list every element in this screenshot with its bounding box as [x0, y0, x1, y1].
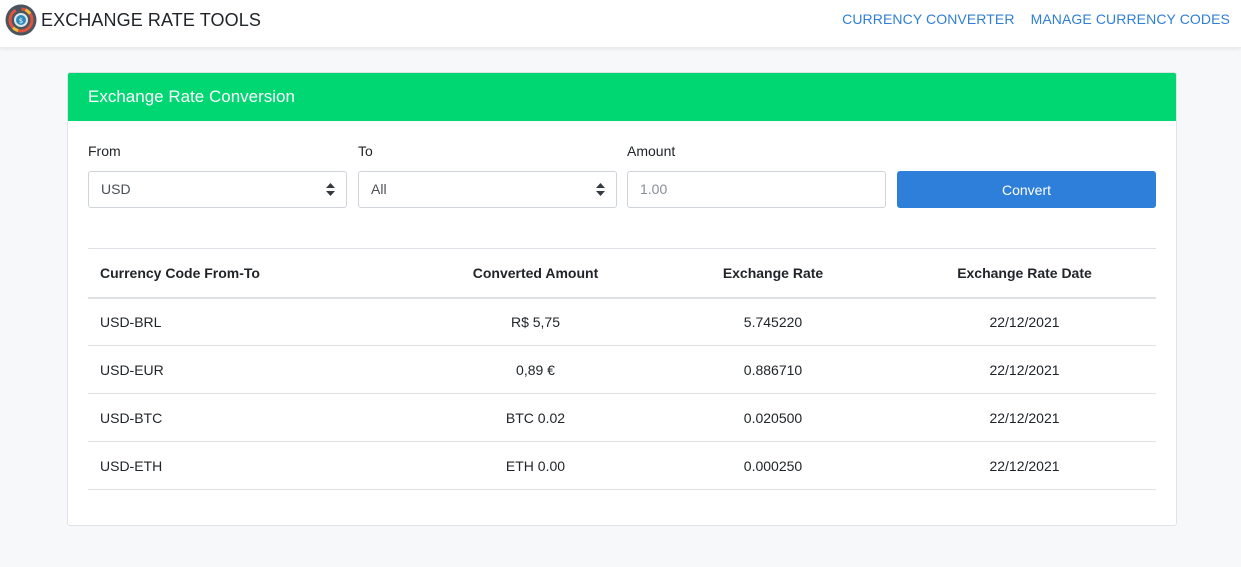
- sort-caret-icon: [596, 172, 606, 207]
- brand[interactable]: $ EXCHANGE RATE TOOLS: [5, 4, 261, 36]
- top-navbar: $ EXCHANGE RATE TOOLS CURRENCY CONVERTER…: [0, 0, 1241, 48]
- conversion-card: Exchange Rate Conversion From USD To All…: [67, 72, 1177, 526]
- conversion-results-table: Currency Code From-To Converted Amount E…: [88, 248, 1156, 490]
- amount-label: Amount: [627, 143, 676, 159]
- from-select-value: USD: [101, 181, 131, 197]
- cell-exchange-rate-date: 22/12/2021: [893, 441, 1156, 490]
- card-title: Exchange Rate Conversion: [68, 73, 1176, 121]
- amount-input[interactable]: 1.00: [627, 171, 886, 208]
- conversion-form: From USD To All Amount 1.00 Convert: [88, 143, 1156, 213]
- cell-exchange-rate: 0.886710: [653, 345, 893, 394]
- to-select[interactable]: All: [358, 171, 617, 208]
- cell-currency-code: USD-BRL: [88, 297, 418, 346]
- cell-exchange-rate: 0.000250: [653, 441, 893, 490]
- svg-text:$: $: [19, 17, 23, 25]
- sort-caret-icon: [326, 172, 336, 207]
- from-select[interactable]: USD: [88, 171, 347, 208]
- nav-links: CURRENCY CONVERTER MANAGE CURRENCY CODES: [826, 11, 1230, 27]
- cell-exchange-rate-date: 22/12/2021: [893, 297, 1156, 346]
- cell-exchange-rate: 0.020500: [653, 393, 893, 442]
- cell-converted-amount: BTC 0.02: [418, 393, 653, 442]
- amount-field: Amount 1.00: [627, 143, 886, 208]
- cell-converted-amount: ETH 0.00: [418, 441, 653, 490]
- nav-link-manage-currency-codes[interactable]: MANAGE CURRENCY CODES: [1031, 11, 1230, 27]
- cell-currency-code: USD-BTC: [88, 393, 418, 442]
- column-header-converted-amount: Converted Amount: [418, 248, 653, 299]
- column-header-exchange-rate-date: Exchange Rate Date: [893, 248, 1156, 299]
- cell-exchange-rate-date: 22/12/2021: [893, 393, 1156, 442]
- table-row: USD-BTC BTC 0.02 0.020500 22/12/2021: [88, 393, 1156, 442]
- convert-button[interactable]: Convert: [897, 171, 1156, 208]
- nav-link-currency-converter[interactable]: CURRENCY CONVERTER: [842, 11, 1014, 27]
- cell-exchange-rate-date: 22/12/2021: [893, 345, 1156, 394]
- app-title: EXCHANGE RATE TOOLS: [41, 9, 261, 30]
- from-label: From: [88, 143, 121, 159]
- table-row: USD-ETH ETH 0.00 0.000250 22/12/2021: [88, 441, 1156, 490]
- cell-exchange-rate: 5.745220: [653, 297, 893, 346]
- to-select-value: All: [371, 181, 387, 197]
- to-label: To: [358, 143, 373, 159]
- column-header-currency-code: Currency Code From-To: [88, 248, 418, 299]
- from-field: From USD: [88, 143, 347, 208]
- to-field: To All: [358, 143, 617, 208]
- currency-exchange-logo-icon: $: [5, 4, 37, 36]
- table-row: USD-BRL R$ 5,75 5.745220 22/12/2021: [88, 297, 1156, 346]
- cell-currency-code: USD-ETH: [88, 441, 418, 490]
- table-row: USD-EUR 0,89 € 0.886710 22/12/2021: [88, 345, 1156, 394]
- cell-converted-amount: R$ 5,75: [418, 297, 653, 346]
- column-header-exchange-rate: Exchange Rate: [653, 248, 893, 299]
- table-header-row: Currency Code From-To Converted Amount E…: [88, 248, 1156, 299]
- cell-currency-code: USD-EUR: [88, 345, 418, 394]
- cell-converted-amount: 0,89 €: [418, 345, 653, 394]
